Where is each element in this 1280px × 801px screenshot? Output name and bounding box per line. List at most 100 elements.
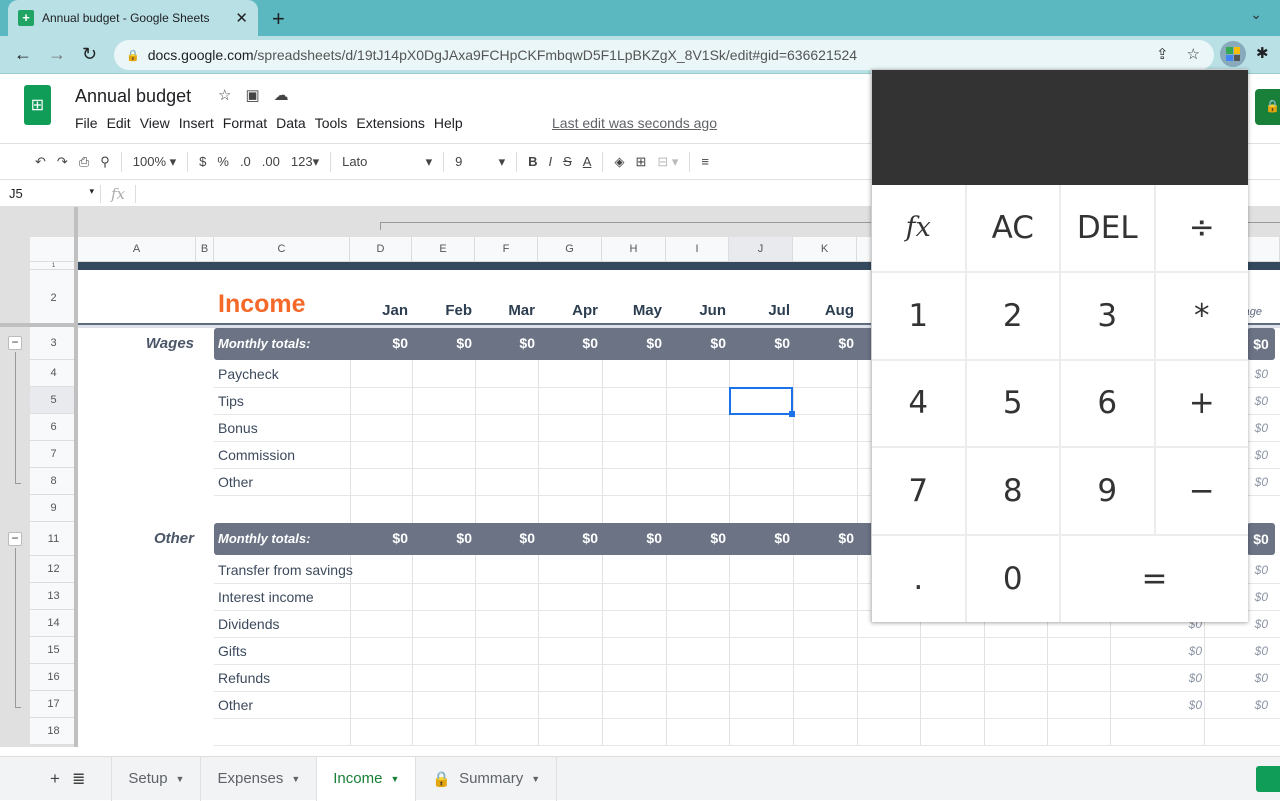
calc-key-5-button[interactable]: 5 <box>966 360 1059 447</box>
row-header-18[interactable]: 18 <box>30 718 78 745</box>
percent-format-button[interactable]: % <box>217 154 229 169</box>
line-item[interactable]: Paycheck <box>218 366 279 382</box>
other-total-jul[interactable]: $0 <box>740 530 790 546</box>
wages-total-jun[interactable]: $0 <box>676 335 726 351</box>
column-header-g[interactable]: G <box>538 237 602 262</box>
row-header-4[interactable]: 4 <box>30 360 78 387</box>
calc-key-4-button[interactable]: 4 <box>872 360 965 447</box>
line-item-total[interactable]: $0 <box>1162 698 1202 712</box>
calc-key-9-button[interactable]: 9 <box>1061 448 1154 535</box>
add-sheet-button[interactable]: + <box>50 769 60 789</box>
line-item-total[interactable]: $0 <box>1162 644 1202 658</box>
row-header-9[interactable]: 9 <box>30 495 78 522</box>
collapse-group-wages-button[interactable]: − <box>8 336 22 350</box>
line-item[interactable]: Dividends <box>218 616 279 632</box>
row-header-11[interactable]: 11 <box>30 522 78 556</box>
explore-button[interactable] <box>1256 766 1280 792</box>
fill-color-icon[interactable]: ◈ <box>614 154 624 170</box>
italic-button[interactable]: I <box>548 154 552 169</box>
name-box[interactable]: J5 ▾ <box>0 186 100 201</box>
move-folder-icon[interactable]: ▣ <box>245 86 259 104</box>
back-icon[interactable]: ← <box>14 44 32 65</box>
line-item[interactable]: Bonus <box>218 420 258 436</box>
calc-key-delete-button[interactable]: DEL <box>1061 185 1154 271</box>
calc-key-8-button[interactable]: 8 <box>966 448 1059 535</box>
line-item[interactable]: Other <box>218 474 253 490</box>
other-average-total[interactable]: $0 <box>1247 523 1275 555</box>
line-item-total[interactable]: $0 <box>1162 671 1202 685</box>
browser-tab[interactable]: + Annual budget - Google Sheets ✕ <box>8 0 258 36</box>
column-header-d[interactable]: D <box>350 237 412 262</box>
borders-icon[interactable]: ⊞ <box>635 154 646 170</box>
undo-icon[interactable]: ↶ <box>35 154 46 170</box>
column-header-f[interactable]: F <box>475 237 538 262</box>
line-item[interactable]: Tips <box>218 393 244 409</box>
menu-tools[interactable]: Tools <box>315 115 348 131</box>
menu-view[interactable]: View <box>140 115 170 131</box>
wages-total-jul[interactable]: $0 <box>740 335 790 351</box>
menu-help[interactable]: Help <box>434 115 463 131</box>
line-item-average[interactable]: $0 <box>1228 698 1268 712</box>
close-tab-icon[interactable]: ✕ <box>235 9 248 27</box>
wages-total-apr[interactable]: $0 <box>548 335 598 351</box>
calc-key-3-button[interactable]: 3 <box>1061 272 1154 359</box>
calc-key-decimal-button[interactable]: . <box>872 536 965 622</box>
row-header-3[interactable]: 3 <box>30 327 78 360</box>
all-sheets-menu-icon[interactable]: ≣ <box>72 769 85 789</box>
share-button[interactable]: 🔒 <box>1255 89 1280 125</box>
wages-average-total[interactable]: $0 <box>1247 328 1275 360</box>
forward-icon[interactable]: → <box>48 44 66 65</box>
calc-key-divide-button[interactable]: ÷ <box>1155 185 1248 271</box>
fill-handle[interactable] <box>789 411 795 417</box>
line-item[interactable]: Refunds <box>218 670 270 686</box>
frozen-column-divider[interactable] <box>74 207 78 747</box>
row-header-15[interactable]: 15 <box>30 637 78 664</box>
last-edit-link[interactable]: Last edit was seconds ago <box>552 115 717 131</box>
wages-total-may[interactable]: $0 <box>612 335 662 351</box>
tab-search-chevron-icon[interactable]: ⌄ <box>1250 6 1262 23</box>
column-header-a[interactable]: A <box>78 237 196 262</box>
menu-file[interactable]: File <box>75 115 98 131</box>
calc-key-equals-button[interactable]: = <box>1061 536 1248 622</box>
new-tab-button[interactable]: + <box>272 6 285 32</box>
column-header-h[interactable]: H <box>602 237 666 262</box>
address-bar[interactable]: 🔒 docs.google.com/spreadsheets/d/19tJ14p… <box>114 40 1214 70</box>
calc-key-all-clear-button[interactable]: AC <box>966 185 1059 271</box>
column-header-e[interactable]: E <box>412 237 475 262</box>
text-color-button[interactable]: A <box>583 154 592 169</box>
line-item-average[interactable]: $0 <box>1228 671 1268 685</box>
menu-format[interactable]: Format <box>223 115 267 131</box>
calculator-extension-icon[interactable] <box>1220 41 1246 67</box>
row-header-7[interactable]: 7 <box>30 441 78 468</box>
column-header-c[interactable]: C <box>214 237 350 262</box>
column-header-k[interactable]: K <box>793 237 857 262</box>
other-total-aug[interactable]: $0 <box>804 530 854 546</box>
currency-format-button[interactable]: $ <box>199 154 206 169</box>
calc-key-2-button[interactable]: 2 <box>966 272 1059 359</box>
column-header-b[interactable]: B <box>196 237 214 262</box>
bookmark-star-icon[interactable]: ☆ <box>1187 45 1200 63</box>
share-page-icon[interactable]: ⇪ <box>1156 45 1169 63</box>
paint-format-icon[interactable]: ⚲ <box>100 154 110 170</box>
extensions-puzzle-icon[interactable]: ✱ <box>1256 44 1269 62</box>
other-total-jan[interactable]: $0 <box>358 530 408 546</box>
selected-cell-J5[interactable] <box>729 387 795 417</box>
calc-key-6-button[interactable]: 6 <box>1061 360 1154 447</box>
cloud-status-icon[interactable]: ☁ <box>274 86 289 104</box>
calc-key-multiply-button[interactable]: * <box>1155 272 1248 359</box>
sheet-tab-expenses[interactable]: Expenses ▼ <box>200 756 316 801</box>
more-formats-button[interactable]: 123▾ <box>291 154 319 170</box>
wages-total-jan[interactable]: $0 <box>358 335 408 351</box>
row-header-2[interactable]: 2 <box>30 270 78 327</box>
zoom-select[interactable]: 100% ▾ <box>133 154 176 170</box>
calc-key-1-button[interactable]: 1 <box>872 272 965 359</box>
row-header-8[interactable]: 8 <box>30 468 78 495</box>
document-title[interactable]: Annual budget <box>75 86 191 107</box>
bold-button[interactable]: B <box>528 154 537 169</box>
reload-icon[interactable]: ↻ <box>82 44 97 65</box>
row-header-14[interactable]: 14 <box>30 610 78 637</box>
row-header-6[interactable]: 6 <box>30 414 78 441</box>
wages-total-aug[interactable]: $0 <box>804 335 854 351</box>
merge-cells-icon[interactable]: ⊟ ▾ <box>657 154 678 170</box>
frozen-row-divider[interactable] <box>0 323 78 327</box>
